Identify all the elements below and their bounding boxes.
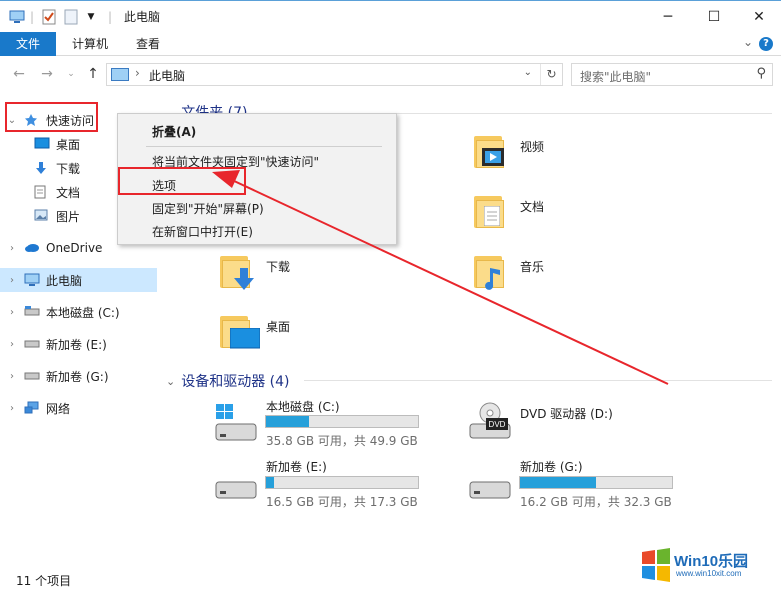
- watermark-logo: Win10乐园 www.win10xit.com: [640, 548, 774, 584]
- annotation-arrow: [212, 170, 669, 385]
- watermark-url: www.win10xit.com: [676, 569, 742, 578]
- watermark-brand: Win10乐园: [674, 553, 749, 570]
- status-item-count: 11 个项目: [16, 574, 72, 588]
